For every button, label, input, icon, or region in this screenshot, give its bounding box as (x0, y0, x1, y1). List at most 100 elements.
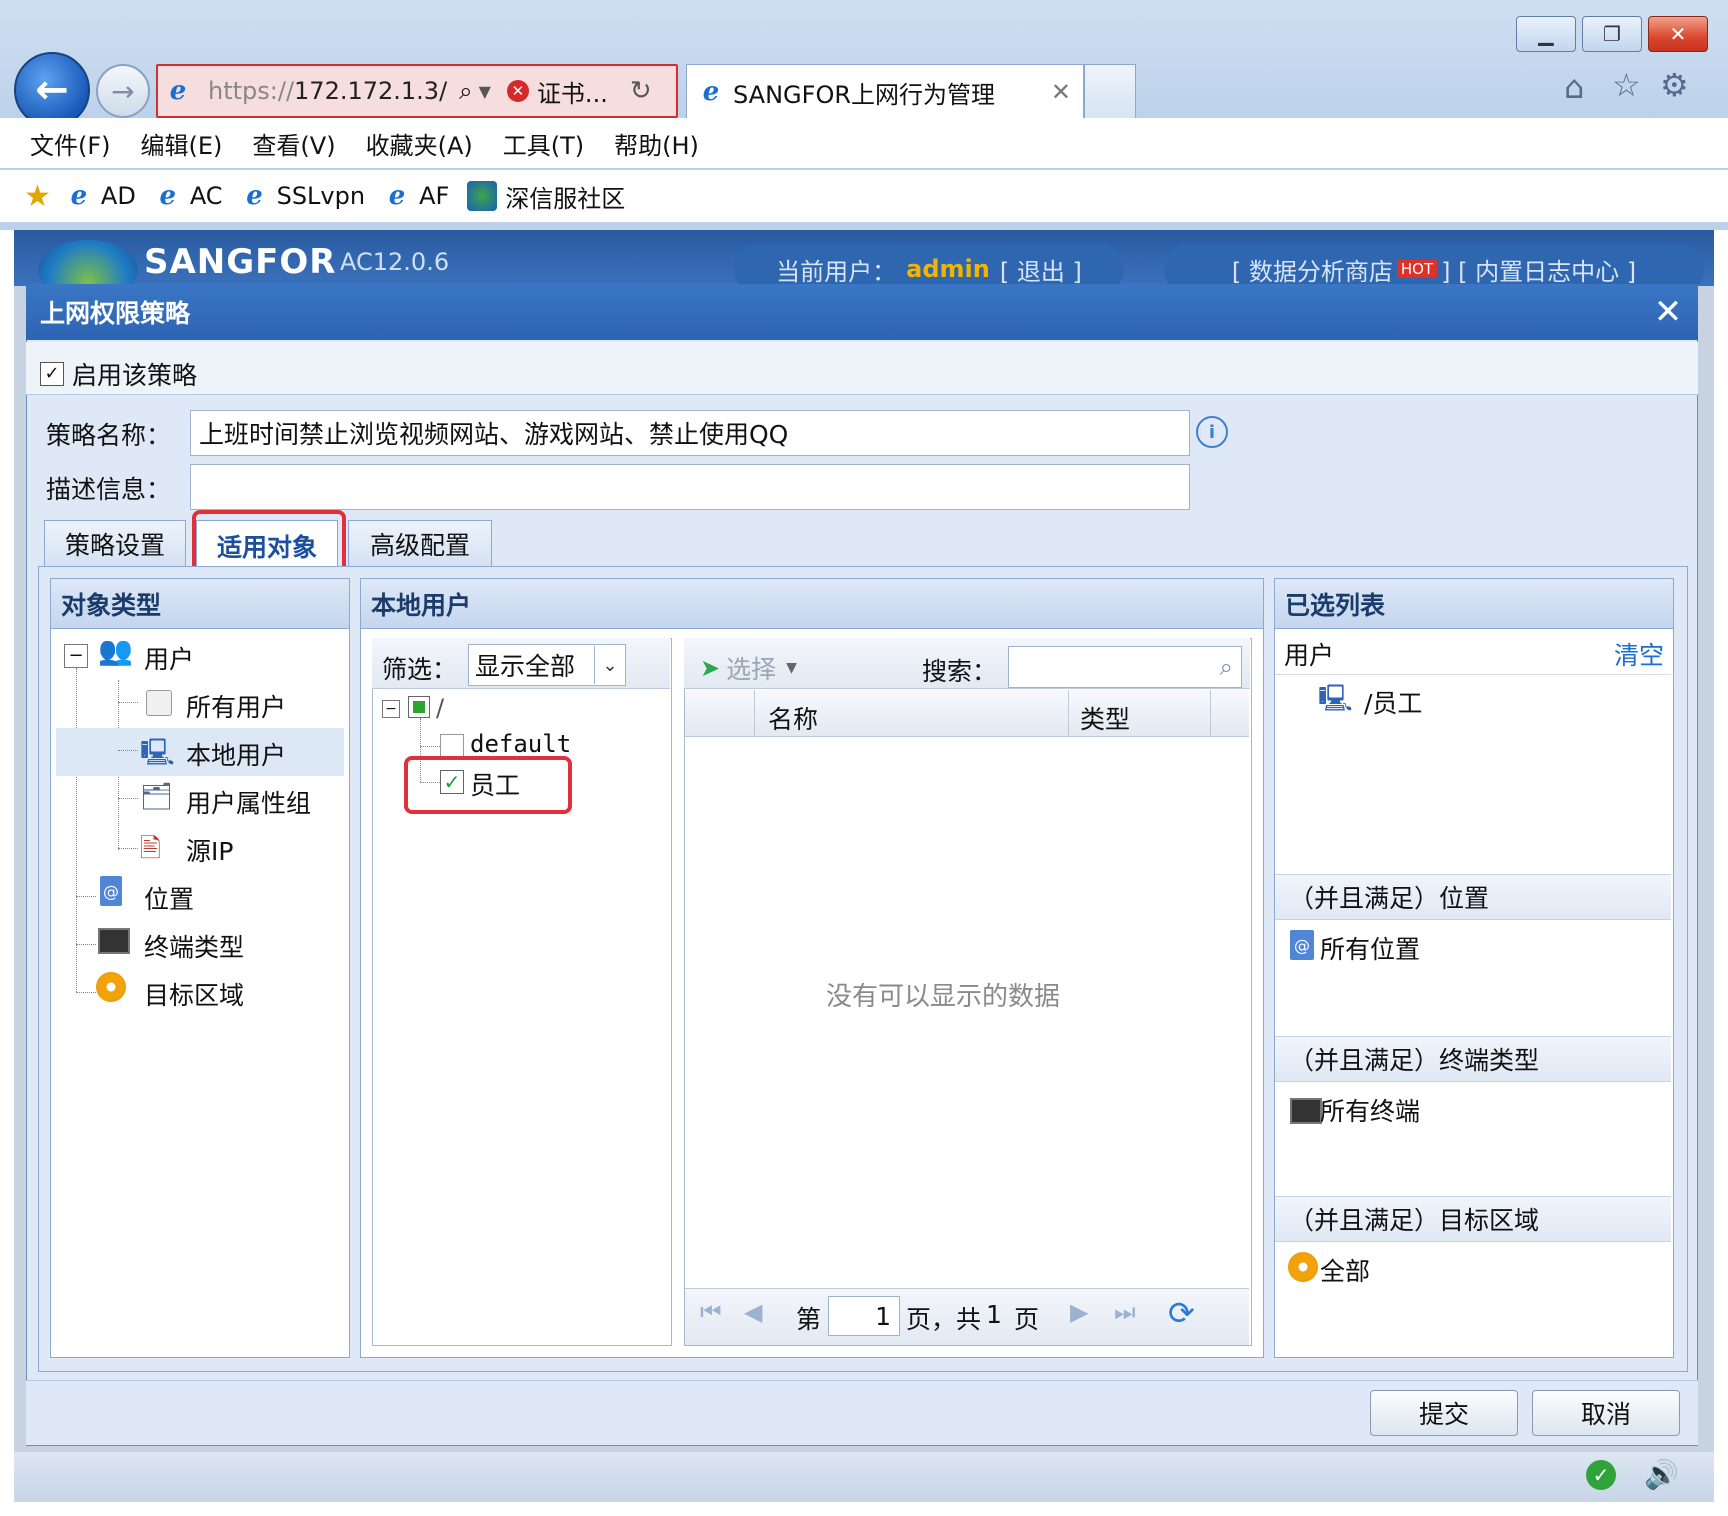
chevron-down-icon[interactable]: ⌄ (594, 646, 625, 684)
browser-tab-active[interactable]: e SANGFOR上网行为管理 ✕ (686, 64, 1084, 119)
home-icon[interactable]: ⌂ (1564, 68, 1584, 106)
empty-data-text: 没有可以显示的数据 (826, 982, 1061, 1012)
hot-badge: HOT (1396, 260, 1438, 278)
fav-label: AF (419, 182, 450, 210)
location-icon: @ (100, 876, 122, 906)
cert-error-icon[interactable]: ✕ (506, 80, 529, 102)
tree-item-target-area[interactable]: 目标区域 (144, 976, 244, 1012)
policy-name-value: 上班时间禁止浏览视频网站、游戏网站、禁止使用QQ (199, 420, 789, 449)
refresh-icon[interactable]: ⟳ (1168, 1294, 1195, 1332)
favorites-add-icon[interactable]: ★ (24, 179, 51, 214)
tree-item-default[interactable]: default (470, 730, 571, 758)
forward-button[interactable]: → (96, 64, 150, 118)
all-users-checkbox[interactable] (146, 690, 172, 716)
search-icon[interactable]: ⌕ (1220, 653, 1233, 681)
logo-text: SANGFOR (144, 242, 337, 282)
favorites-star-icon[interactable]: ☆ (1612, 66, 1641, 104)
speaker-icon[interactable]: 🔊 (1644, 1458, 1679, 1491)
selected-user-item[interactable]: /员工 (1364, 684, 1422, 720)
grid-col-divider (1210, 690, 1211, 736)
selected-area-item[interactable]: 全部 (1320, 1252, 1370, 1288)
selected-list-header: 已选列表 (1275, 579, 1673, 629)
data-store-link[interactable]: [ 数据分析商店 (1232, 252, 1393, 287)
dialog-title-bar: 上网权限策略 (26, 284, 1698, 340)
tab-label: 策略设置 (64, 531, 165, 560)
info-icon[interactable]: i (1196, 416, 1228, 448)
ie-page-icon: e (169, 76, 187, 106)
cursor-arrow-icon: ➤ (700, 654, 721, 682)
tree-item-local-users[interactable]: 本地用户 (186, 736, 286, 772)
dialog-close-icon[interactable]: ✕ (1646, 290, 1690, 334)
log-center-link[interactable]: ] [ 内置日志中心 ] (1441, 252, 1636, 287)
collapse-toggle-icon[interactable]: − (64, 644, 88, 668)
settings-gear-icon[interactable]: ⚙ (1660, 66, 1689, 104)
new-tab-button[interactable] (1084, 64, 1136, 119)
select-button[interactable]: ➤ 选择 ▼ (700, 650, 797, 686)
fav-label: 深信服社区 (505, 184, 626, 213)
users-group-icon: 👥 (98, 634, 133, 667)
tree-item-user[interactable]: 用户 (144, 640, 194, 676)
source-ip-icon: 🖹 (140, 834, 161, 864)
collapse-toggle-icon[interactable]: − (382, 700, 400, 718)
tree-item-user-attr-group[interactable]: 用户属性组 (186, 784, 311, 820)
menu-file[interactable]: 文件(F) (30, 126, 111, 161)
dialog-title: 上网权限策略 (40, 299, 191, 328)
menu-tools[interactable]: 工具(T) (503, 126, 584, 161)
fav-sslvpn[interactable]: e SSLvpn (241, 181, 365, 211)
address-bar[interactable]: e https://172.172.1.3/ ⌕ ▼ ✕ 证书... ↻ (156, 64, 678, 118)
root-partial-checkbox[interactable] (408, 696, 430, 718)
terminal-type-icon (1290, 1098, 1322, 1124)
page-number-input[interactable]: 1 (828, 1296, 900, 1336)
location-icon: @ (1290, 930, 1314, 960)
submit-button[interactable]: 提交 (1370, 1390, 1518, 1436)
page-suffix-label: 页 (1014, 1305, 1040, 1334)
next-page-icon[interactable]: ▶ (1070, 1298, 1088, 1326)
first-page-icon[interactable]: ⏮ (700, 1298, 722, 1326)
last-page-icon[interactable]: ⏭ (1114, 1298, 1136, 1326)
selected-terminal-item[interactable]: 所有终端 (1320, 1092, 1420, 1128)
minimize-button[interactable]: ▁ (1516, 16, 1576, 52)
search-input[interactable]: ⌕ (1008, 646, 1242, 688)
tree-item-location[interactable]: 位置 (144, 880, 194, 916)
search-icon[interactable]: ⌕ (459, 77, 472, 105)
fav-label: AD (100, 182, 136, 210)
tab-close-icon[interactable]: ✕ (1051, 78, 1071, 106)
fav-ad[interactable]: e AD (65, 181, 136, 211)
highlight-employee-box (404, 756, 572, 814)
fav-community[interactable]: 深信服社区 (467, 179, 625, 214)
enable-policy-checkbox[interactable]: ✓ 启用该策略 (40, 356, 197, 392)
app-header: SANGFOR AC12.0.6 当前用户： admin [ 退出 ] [ 数据… (14, 230, 1714, 286)
logout-link[interactable]: [ 退出 ] (1000, 252, 1082, 287)
policy-name-input[interactable]: 上班时间禁止浏览视频网站、游戏网站、禁止使用QQ (190, 410, 1190, 456)
filter-select[interactable]: 显示全部 ⌄ (468, 644, 626, 686)
selected-location-item[interactable]: 所有位置 (1320, 930, 1420, 966)
fav-ac[interactable]: e AC (154, 181, 223, 211)
security-ok-icon[interactable]: ✓ (1586, 1460, 1616, 1490)
clear-link[interactable]: 清空 (1614, 636, 1664, 672)
menu-edit[interactable]: 编辑(E) (141, 126, 223, 161)
column-header-type[interactable]: 类型 (1080, 700, 1130, 736)
back-button[interactable]: ← (14, 52, 90, 128)
menu-help[interactable]: 帮助(H) (614, 126, 699, 161)
prev-page-icon[interactable]: ◀ (744, 1298, 762, 1326)
tree-item-source-ip[interactable]: 源IP (186, 832, 233, 868)
enable-checkbox-box[interactable]: ✓ (40, 362, 64, 386)
dropdown-arrow-icon[interactable]: ▼ (479, 82, 491, 101)
close-window-button[interactable]: ✕ (1648, 16, 1708, 52)
tree-item-all-users[interactable]: 所有用户 (186, 688, 286, 724)
tree-root-label[interactable]: / (436, 694, 444, 722)
refresh-icon[interactable]: ↻ (630, 76, 652, 106)
cert-error-label[interactable]: 证书... (537, 74, 608, 109)
column-header-name[interactable]: 名称 (768, 700, 818, 736)
maximize-button[interactable]: ❐ (1582, 16, 1642, 52)
tab-policy-settings[interactable]: 策略设置 (44, 520, 186, 567)
description-input[interactable] (190, 464, 1190, 510)
fav-af[interactable]: e AF (383, 181, 450, 211)
menu-view[interactable]: 查看(V) (252, 126, 335, 161)
default-group-checkbox[interactable] (440, 734, 464, 758)
target-area-icon (1288, 1252, 1318, 1282)
menu-favorites[interactable]: 收藏夹(A) (366, 126, 473, 161)
tab-advanced-config[interactable]: 高级配置 (348, 520, 492, 567)
cancel-button[interactable]: 取消 (1532, 1390, 1680, 1436)
tree-item-terminal-type[interactable]: 终端类型 (144, 928, 244, 964)
